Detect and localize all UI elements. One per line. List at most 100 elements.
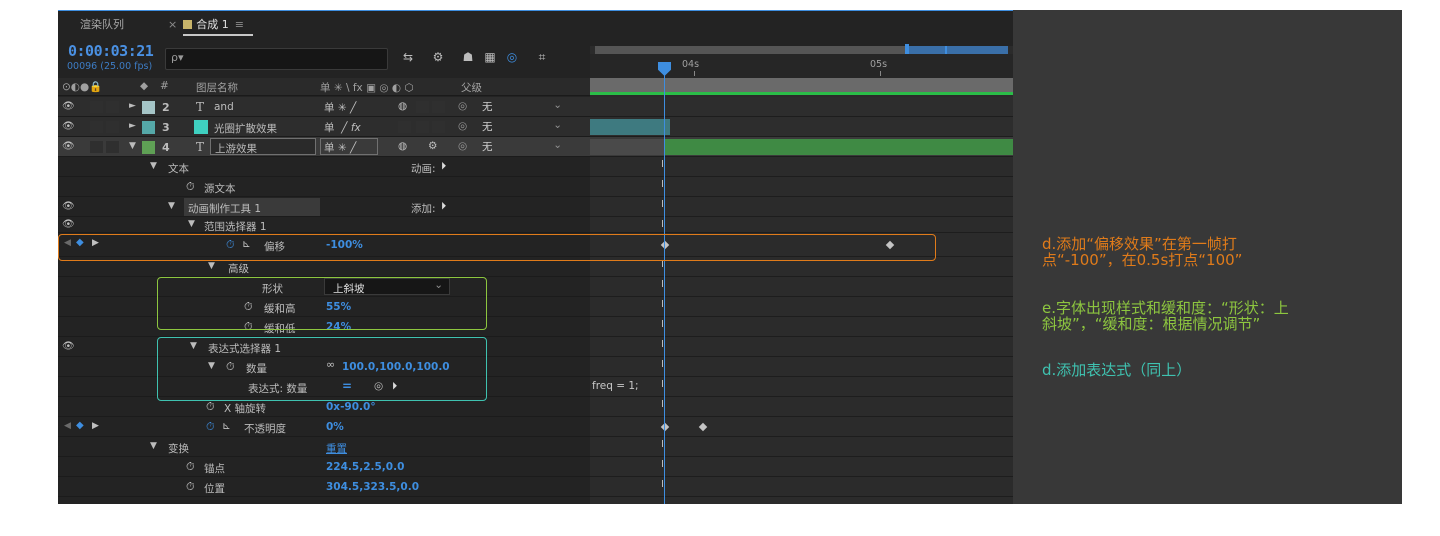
prop-row-position[interactable]: ⏱ 位置 304.5,323.5,0.0 [58,477,590,497]
collapse-arrow-icon[interactable]: ▼ [150,441,157,451]
graph-editor-icon[interactable]: ⌗ [534,50,550,66]
layer-name[interactable]: and [214,101,234,113]
anchor-value[interactable]: 224.5,2.5,0.0 [326,461,404,473]
label-icon[interactable]: ◆ [140,80,148,92]
pickwhip-icon[interactable]: ◎ [458,100,467,112]
layer-name-edit-box[interactable]: 上游效果 [210,138,316,155]
collapse-arrow-icon[interactable]: ▼ [188,219,195,229]
stopwatch-icon[interactable]: ⏱ [206,400,215,414]
tab-comp-1[interactable]: × 合成 1 ≡ [168,16,244,34]
layer-switches: 单 ✳ ╱ [324,142,357,154]
time-ruler[interactable]: 04s 05s [590,54,1013,78]
prop-row-anchor[interactable]: ⏱ 锚点 224.5,2.5,0.0 [58,457,590,477]
motion-blur-switch[interactable] [398,121,411,133]
prop-row-transform[interactable]: ▼ 变换 重置 [58,437,590,457]
expression-text[interactable]: freq = 1; [592,380,639,392]
prop-row-animator[interactable]: 👁 ▼ 动画制作工具 1 添加: ⏵ [58,197,590,217]
eye-icon[interactable]: 👁 [62,341,75,352]
stopwatch-icon[interactable]: ⏱ [206,420,215,434]
layer-switches[interactable]: 单 ╱ fx [324,120,361,135]
3d-switch[interactable] [432,121,445,133]
x-rotation-value[interactable]: 0x-90.0° [326,401,376,413]
3d-switch[interactable] [432,101,445,113]
stopwatch-icon[interactable]: ⏱ [186,180,195,194]
solo-toggle[interactable] [90,141,103,153]
lock-toggle[interactable] [106,121,119,133]
layer-row-2[interactable]: 👁 ► 2 T and 单 ✳ ╱ ◍ ◎ 无 ⌄ [58,97,590,117]
parent-dropdown[interactable]: 无 ⌄ [482,99,562,115]
prop-row-opacity[interactable]: ◀ ◆ ▶ ⏱ ⊾ 不透明度 0% [58,417,590,437]
layer-search-input[interactable]: ρ▾ [165,48,388,70]
play-icon[interactable]: ⏵ [441,160,446,173]
label-color-swatch[interactable] [142,121,155,134]
comp-mini-flowchart-icon[interactable]: ⇆ [400,50,416,66]
timeline-panel[interactable]: 04s 05s freq = 1; I I I I I I I I I I I … [590,36,1013,504]
parent-dropdown[interactable]: 无 ⌄ [482,139,562,155]
adjustment-switch[interactable] [416,101,429,113]
eye-icon[interactable]: 👁 [62,121,75,132]
prop-row-range-selector[interactable]: 👁 ▼ 范围选择器 1 [58,217,590,233]
keyframe-toggle-icon[interactable]: ◆ [76,420,84,431]
layer-bar-4[interactable] [665,139,1013,155]
parent-dropdown[interactable]: 无 ⌄ [482,119,562,135]
solo-toggle[interactable] [90,121,103,133]
collapse-arrow-icon[interactable]: ▼ [208,261,215,271]
position-value[interactable]: 304.5,323.5,0.0 [326,481,419,493]
ruler-tick [880,71,881,76]
adjustment-switch[interactable] [416,121,429,133]
stopwatch-icon[interactable]: ⏱ [186,460,195,474]
motion-blur-switch[interactable]: ◍ [398,100,407,112]
next-keyframe-icon[interactable]: ▶ [92,421,99,431]
expand-arrow-icon[interactable]: ► [129,101,136,111]
parent-value: 无 [482,141,493,153]
stopwatch-icon[interactable]: ⏱ [186,480,195,494]
layer-name-header[interactable]: 图层名称 [196,80,238,95]
keyframe-opacity-1[interactable] [660,422,670,432]
lock-toggle[interactable] [106,101,119,113]
lock-toggle[interactable] [106,141,119,153]
timeline-row [590,357,1013,377]
prop-row-text[interactable]: ▼ 文本 动画: ⏵ [58,157,590,177]
shy-layers-icon[interactable]: ☗ [460,50,476,66]
play-icon[interactable]: ⏵ [441,200,446,213]
work-area-bar[interactable] [590,78,1013,92]
solo-toggle[interactable] [90,101,103,113]
eye-icon[interactable]: 👁 [62,101,75,112]
prop-row-source-text[interactable]: ⏱ 源文本 [58,177,590,197]
layer-row-4[interactable]: 👁 ▼ 4 T 上游效果 单 ✳ ╱ ◍ ⚙ ◎ 无 ⌄ [58,137,590,157]
pickwhip-icon[interactable]: ◎ [458,120,467,132]
label-color-swatch[interactable] [142,141,155,154]
opacity-value[interactable]: 0% [326,421,344,433]
keyframe-opacity-2[interactable] [698,422,708,432]
tab-render-queue[interactable]: 渲染队列 [80,16,124,34]
prev-keyframe-icon[interactable]: ◀ [64,421,71,431]
current-time-display[interactable]: 0:00:03:21 [68,42,154,60]
eye-icon[interactable]: 👁 [62,219,75,230]
pickwhip-icon[interactable]: ◎ [458,140,467,152]
eye-icon[interactable]: 👁 [62,201,75,212]
timeline-row [590,277,1013,297]
time-navigator-range[interactable] [905,46,1008,54]
layer-bar-3[interactable] [590,119,670,135]
graph-icon[interactable]: ⊾ [222,420,231,432]
layer-name[interactable]: 光圈扩散效果 [214,121,277,136]
eye-icon[interactable]: 👁 [62,141,75,152]
label-color-swatch[interactable] [142,101,155,114]
animator-name-box[interactable]: 动画制作工具 1 [184,198,320,216]
layer-row-3[interactable]: 👁 ► 3 光圈扩散效果 单 ╱ fx ◎ 无 ⌄ [58,117,590,137]
close-icon[interactable]: × [168,18,177,31]
layer-switches-box[interactable]: 单 ✳ ╱ [320,138,378,155]
reset-link[interactable]: 重置 [326,441,347,456]
collapse-arrow-icon[interactable]: ▼ [168,201,175,211]
layer-switches[interactable]: 单 ✳ ╱ [324,100,356,115]
panel-menu-icon[interactable]: ≡ [235,18,244,31]
collapse-arrow-icon[interactable]: ▼ [150,161,157,171]
3d-layer-icon[interactable]: ⚙ [428,140,437,152]
collapse-arrow-icon[interactable]: ▼ [129,141,136,151]
frame-blending-icon[interactable]: ▦ [482,50,498,66]
draft-3d-icon[interactable]: ⚙ [430,50,446,66]
motion-blur-switch[interactable]: ◍ [398,140,407,152]
time-navigator[interactable] [595,44,1008,56]
expand-arrow-icon[interactable]: ► [129,121,136,131]
motion-blur-icon[interactable]: ◎ [504,50,520,66]
